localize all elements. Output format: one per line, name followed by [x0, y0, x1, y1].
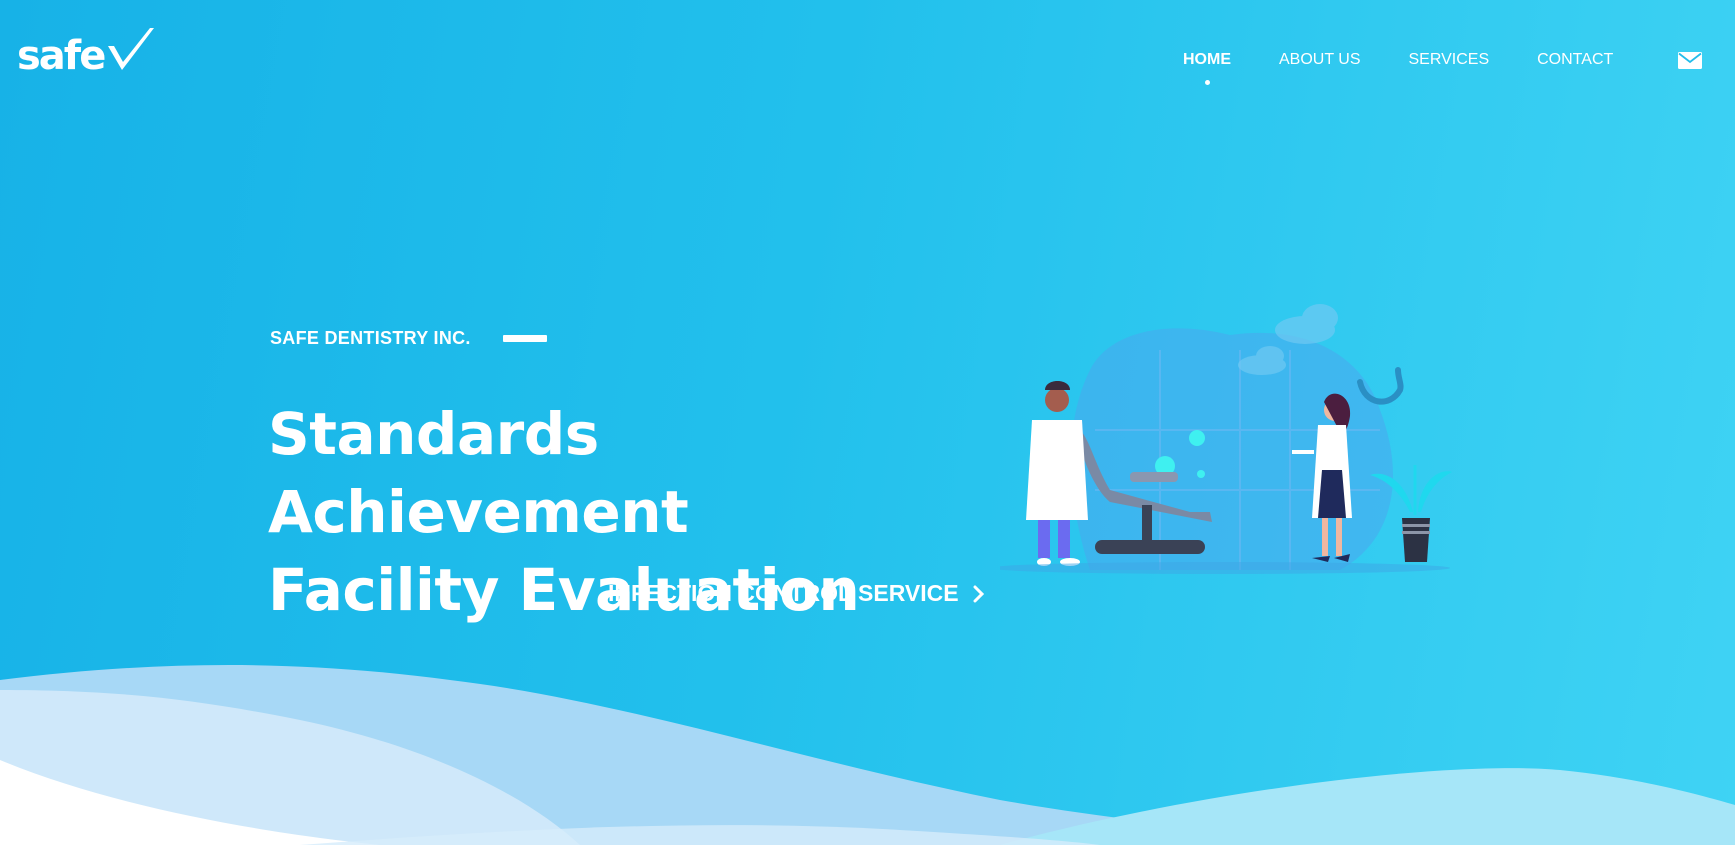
- headline-line-1: Standards Achievement: [268, 400, 689, 546]
- infection-control-link[interactable]: INFECTION CONTROL SERVICE: [608, 580, 985, 607]
- logo-text: safe: [17, 33, 106, 79]
- envelope-icon[interactable]: [1678, 52, 1702, 69]
- tagline-divider: [502, 335, 547, 342]
- chevron-right-icon: [973, 585, 984, 602]
- nav-contact[interactable]: CONTACT: [1537, 51, 1613, 69]
- dental-office-illustration: [1000, 304, 1452, 574]
- nav-services[interactable]: SERVICES: [1409, 51, 1490, 69]
- nav-about-us[interactable]: ABOUT US: [1279, 51, 1361, 69]
- decorative-waves: [0, 665, 1735, 845]
- company-name: SAFE DENTISTRY INC.: [270, 328, 471, 348]
- hero-section: safe HOME ABOUT US SERVICES CONTACT SAFE…: [0, 0, 1735, 845]
- checkmark-logo-icon: [108, 28, 155, 70]
- main-nav: HOME ABOUT US SERVICES CONTACT: [1183, 51, 1661, 85]
- cta-label: INFECTION CONTROL SERVICE: [608, 580, 959, 606]
- nav-home[interactable]: HOME: [1183, 51, 1231, 85]
- logo[interactable]: safe: [17, 26, 156, 76]
- company-tagline: SAFE DENTISTRY INC.: [270, 328, 547, 349]
- floor-shadow: [1000, 562, 1450, 574]
